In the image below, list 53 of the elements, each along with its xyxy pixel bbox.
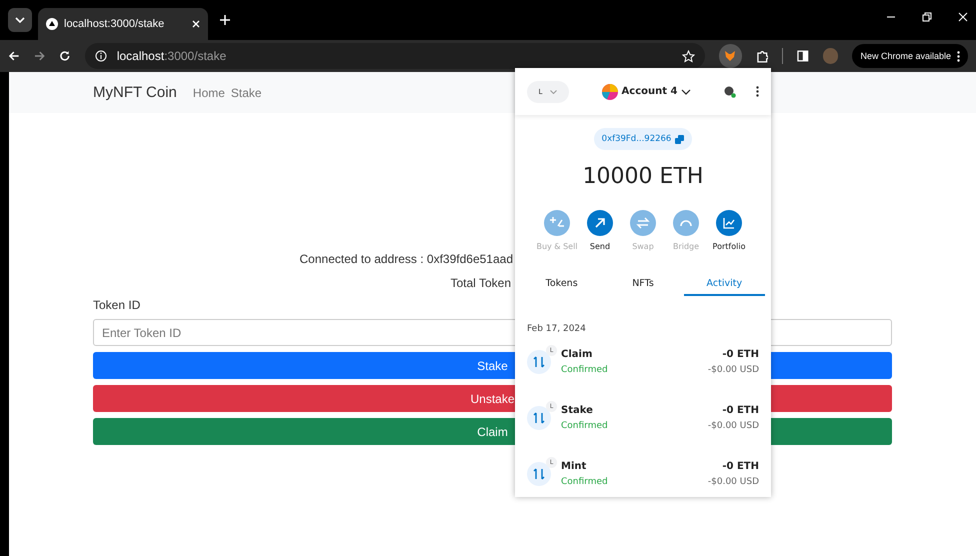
transaction-amount: -0 ETH xyxy=(722,349,759,360)
transaction-status: Confirmed xyxy=(561,421,609,431)
reload-icon[interactable] xyxy=(59,50,71,62)
copy-icon xyxy=(675,134,684,144)
side-panel-icon[interactable] xyxy=(797,50,809,62)
address-bar[interactable]: localhost:3000/stake xyxy=(84,43,705,69)
account-avatar-icon xyxy=(602,84,618,100)
transaction-amount: -0 ETH xyxy=(722,461,759,472)
kebab-menu-icon[interactable] xyxy=(756,86,759,97)
transfer-arrows-icon xyxy=(527,350,551,374)
account-picker[interactable]: Account 4 xyxy=(596,82,698,100)
tab-search-button[interactable] xyxy=(8,8,32,32)
chevron-down-icon xyxy=(681,88,692,94)
wallet-tab[interactable]: Activity xyxy=(684,273,765,296)
transaction-status: Confirmed xyxy=(561,365,609,375)
chart-line-icon xyxy=(721,215,737,231)
url-text: localhost:3000/stake xyxy=(116,49,226,63)
star-icon[interactable] xyxy=(682,50,695,62)
fox-extension-button[interactable] xyxy=(718,44,742,68)
wallet-tab[interactable]: NFTs xyxy=(602,273,684,296)
transfer-arrows-icon xyxy=(527,406,551,430)
restore-icon[interactable] xyxy=(922,12,932,22)
fiat-amount: -$0.00 USD xyxy=(708,365,759,375)
field-label: Token ID xyxy=(93,298,140,312)
date-heading: Feb 17, 2024 xyxy=(527,324,587,334)
fox-icon xyxy=(724,50,736,62)
swap-arrows-icon xyxy=(635,215,651,231)
back-arrow-icon[interactable] xyxy=(8,50,20,62)
address-copy-button[interactable]: 0xf39Fd...92266 xyxy=(594,128,692,150)
connected-address-text: Connected to address : 0xf39fd6e51aad xyxy=(300,252,513,266)
nav-link[interactable]: Stake xyxy=(230,86,262,100)
fiat-amount: -$0.00 USD xyxy=(708,477,759,487)
brand-link[interactable]: MyNFT Coin xyxy=(93,84,177,101)
balance-text: 10000 ETH xyxy=(582,164,704,189)
forward-arrow-icon[interactable] xyxy=(34,50,46,62)
chevron-down-icon xyxy=(550,90,558,94)
close-icon[interactable] xyxy=(958,12,968,22)
plus-icon[interactable] xyxy=(220,15,230,25)
info-icon xyxy=(94,50,107,62)
update-button[interactable]: New Chrome available xyxy=(852,44,968,68)
transaction-title: Mint xyxy=(561,461,588,472)
wallet-tab[interactable]: Tokens xyxy=(521,273,602,296)
close-icon[interactable] xyxy=(192,20,200,28)
fiat-amount: -$0.00 USD xyxy=(708,421,759,431)
chevron-down-icon xyxy=(15,17,25,23)
transfer-arrows-icon xyxy=(527,462,551,486)
total-token-text: Total Token xyxy=(450,276,511,290)
nav-link[interactable]: Home xyxy=(192,86,225,100)
transaction-status: Confirmed xyxy=(561,477,609,487)
puzzle-icon[interactable] xyxy=(756,50,768,62)
browser-tab[interactable]: localhost:3000/stake xyxy=(38,8,208,40)
kebab-menu-icon xyxy=(957,50,960,62)
transaction-title: Claim xyxy=(561,349,594,360)
